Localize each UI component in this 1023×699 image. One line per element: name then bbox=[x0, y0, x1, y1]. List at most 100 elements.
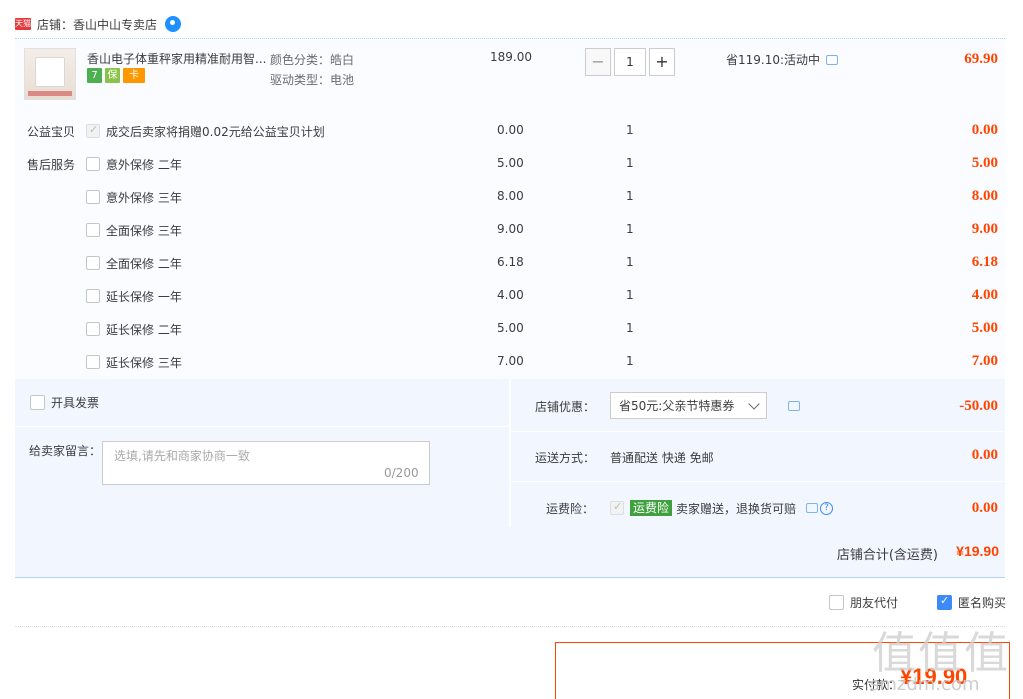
shop-total-label: 店铺合计(含运费) bbox=[836, 548, 938, 563]
invoice-option[interactable]: 开具发票 bbox=[30, 393, 99, 411]
service-price: 8.00 bbox=[497, 189, 524, 203]
panel-divider bbox=[15, 426, 509, 427]
insurance-comment-icon[interactable] bbox=[806, 503, 819, 513]
product-thumbnail[interactable] bbox=[24, 48, 76, 100]
coupon-select[interactable]: 省50元:父亲节特惠券 bbox=[610, 392, 767, 419]
service-checkbox[interactable] bbox=[86, 157, 100, 171]
coupon-selected-value: 省50元:父亲节特惠券 bbox=[619, 399, 735, 413]
invoice-checkbox[interactable] bbox=[30, 394, 45, 410]
tmall-logo-icon: 天猫 bbox=[15, 18, 31, 30]
service-price: 4.00 bbox=[497, 288, 524, 302]
options-divider bbox=[15, 626, 1005, 627]
charity-checkbox bbox=[86, 123, 100, 138]
insurance-checkbox bbox=[610, 500, 624, 515]
shop-total-value: ¥19.90 bbox=[956, 543, 999, 559]
service-row[interactable]: 全面保修 二年 bbox=[86, 254, 182, 272]
service-qty: 1 bbox=[626, 288, 634, 302]
service-name: 全面保修 三年 bbox=[106, 223, 182, 238]
promotion-text: 省119.10:活动中 bbox=[726, 53, 821, 67]
service-price: 6.18 bbox=[497, 255, 524, 269]
friend-pay-label: 朋友代付 bbox=[850, 596, 899, 610]
panel-divider bbox=[511, 431, 1005, 432]
anonymous-label: 匿名购买 bbox=[958, 596, 1007, 610]
service-checkbox[interactable] bbox=[86, 190, 100, 204]
coupon-label: 店铺优惠： bbox=[535, 400, 596, 414]
help-icon[interactable]: ? bbox=[820, 501, 834, 515]
service-subtotal: 4.00 bbox=[971, 287, 998, 303]
scale-image bbox=[35, 57, 65, 87]
message-char-count: 0/200 bbox=[384, 466, 419, 480]
quantity-input[interactable]: 1 bbox=[614, 48, 646, 76]
panel-divider bbox=[511, 481, 1005, 482]
service-row[interactable]: 全面保修 三年 bbox=[86, 221, 182, 239]
service-name: 全面保修 二年 bbox=[106, 256, 182, 271]
service-checkbox[interactable] bbox=[86, 223, 100, 237]
unit-price: 189.00 bbox=[490, 50, 532, 64]
promotion-info: 省119.10:活动中 bbox=[726, 51, 839, 68]
service-name: 意外保修 二年 bbox=[106, 157, 182, 172]
service-price: 5.00 bbox=[497, 321, 524, 335]
shop-header: 天猫 店铺：香山中山专卖店 bbox=[15, 12, 182, 36]
guarantee-icon[interactable]: 保 bbox=[105, 68, 120, 83]
service-checkbox[interactable] bbox=[86, 289, 100, 303]
quantity-stepper: − 1 + bbox=[585, 48, 675, 76]
insurance-text: 卖家赠送，退换货可赔 bbox=[676, 501, 797, 516]
charity-label: 公益宝贝 bbox=[27, 125, 76, 139]
anonymous-option[interactable]: 匿名购买 bbox=[937, 594, 1006, 611]
service-qty: 1 bbox=[626, 321, 634, 335]
service-price: 9.00 bbox=[497, 222, 524, 236]
friend-pay-checkbox[interactable] bbox=[829, 595, 844, 610]
thumbnail-caption bbox=[28, 91, 72, 96]
shop-name-link[interactable]: 店铺：香山中山专卖店 bbox=[37, 16, 157, 33]
chevron-down-icon bbox=[748, 398, 760, 410]
watermark-logo: 值值值 bbox=[872, 628, 1010, 679]
service-price: 5.00 bbox=[497, 156, 524, 170]
message-label: 给卖家留言： bbox=[29, 444, 102, 458]
service-name: 延长保修 一年 bbox=[106, 289, 182, 304]
insurance-amount: 0.00 bbox=[971, 500, 998, 516]
service-subtotal: 8.00 bbox=[971, 188, 998, 204]
service-row[interactable]: 意外保修 三年 bbox=[86, 188, 182, 206]
service-row[interactable]: 延长保修 一年 bbox=[86, 287, 182, 305]
product-badges: 7 保 卡 bbox=[87, 68, 145, 83]
service-checkbox[interactable] bbox=[86, 322, 100, 336]
service-qty: 1 bbox=[626, 222, 634, 236]
insurance-tag: 运费险 bbox=[630, 500, 673, 516]
service-name: 延长保修 二年 bbox=[106, 322, 182, 337]
coupon-comment-icon[interactable] bbox=[788, 401, 800, 411]
service-checkbox[interactable] bbox=[86, 256, 100, 270]
invoice-label: 开具发票 bbox=[51, 395, 100, 410]
service-row[interactable]: 延长保修 三年 bbox=[86, 353, 182, 371]
seven-day-return-icon[interactable]: 7 bbox=[87, 68, 102, 83]
service-subtotal: 6.18 bbox=[971, 254, 998, 270]
sku-drive-type: 驱动类型：电池 bbox=[270, 73, 355, 87]
service-row[interactable]: 意外保修 二年 bbox=[86, 155, 182, 173]
charity-price: 0.00 bbox=[497, 123, 524, 137]
quantity-minus-button[interactable]: − bbox=[585, 48, 611, 76]
friend-pay-option[interactable]: 朋友代付 bbox=[829, 594, 898, 611]
product-title-link[interactable]: 香山电子体重秤家用精准耐用智... bbox=[87, 50, 267, 67]
service-qty: 1 bbox=[626, 189, 634, 203]
anonymous-checkbox[interactable] bbox=[937, 594, 952, 610]
shipping-method: 普通配送 快递 免邮 bbox=[610, 451, 714, 465]
insurance-label: 运费险： bbox=[546, 502, 595, 516]
watermark-url: smzdm.com bbox=[870, 674, 980, 695]
insurance-row: 运费险 卖家赠送，退换货可赔 ? bbox=[610, 499, 834, 517]
service-row[interactable]: 延长保修 二年 bbox=[86, 320, 182, 338]
quantity-plus-button[interactable]: + bbox=[649, 48, 675, 76]
shipping-label: 运送方式： bbox=[535, 451, 596, 465]
credit-card-icon[interactable]: 卡 bbox=[123, 68, 145, 83]
item-subtotal: 69.90 bbox=[964, 51, 998, 67]
service-qty: 1 bbox=[626, 255, 634, 269]
service-checkbox[interactable] bbox=[86, 355, 100, 369]
message-placeholder: 选填,请先和商家协商一致 bbox=[114, 449, 250, 463]
service-subtotal: 5.00 bbox=[971, 155, 998, 171]
sku-color: 颜色分类：皓白 bbox=[270, 53, 355, 67]
charity-qty: 1 bbox=[626, 123, 634, 137]
service-label: 售后服务 bbox=[27, 158, 76, 172]
wangwang-chat-icon[interactable] bbox=[165, 16, 182, 32]
service-subtotal: 7.00 bbox=[971, 353, 998, 369]
coupon-amount: -50.00 bbox=[959, 398, 998, 414]
promo-comment-icon[interactable] bbox=[826, 54, 839, 65]
service-name: 意外保修 三年 bbox=[106, 190, 182, 205]
